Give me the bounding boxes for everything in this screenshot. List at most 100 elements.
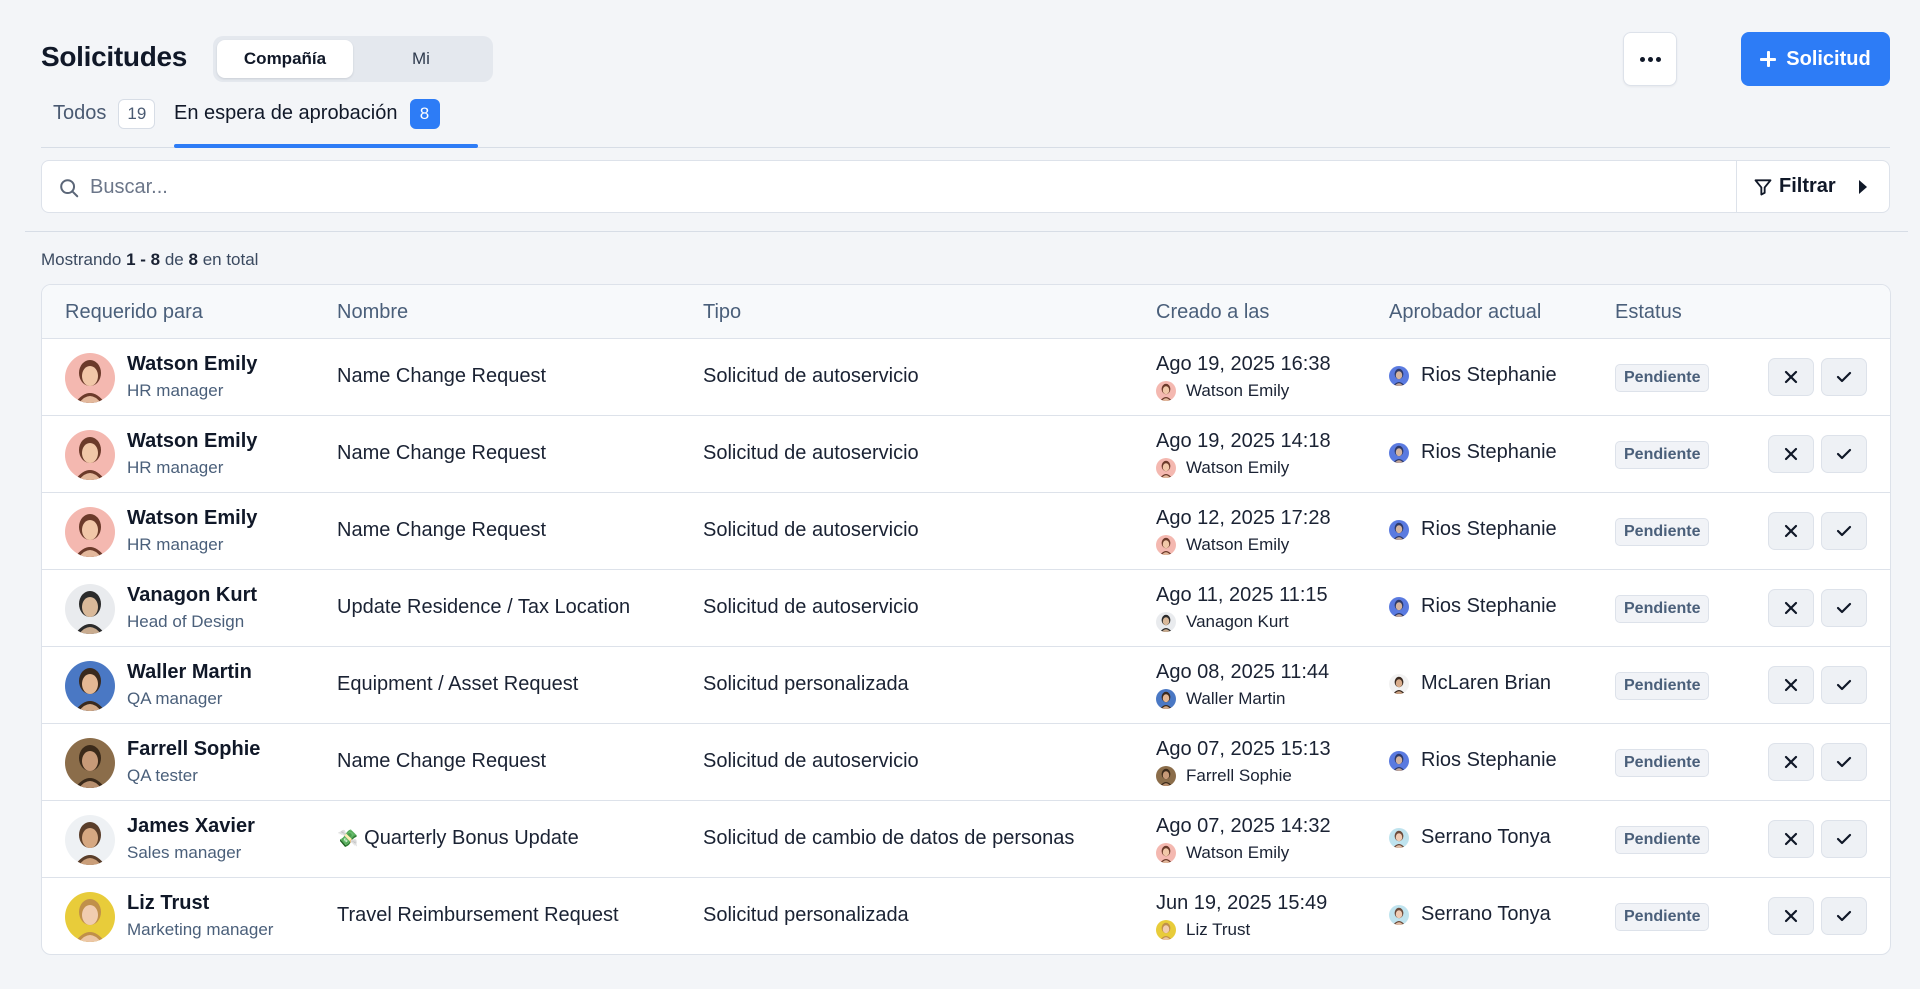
request-name[interactable]: Name Change Request: [337, 519, 546, 542]
created-date: Ago 07, 2025 15:13: [1156, 738, 1331, 760]
approve-button[interactable]: [1821, 820, 1867, 858]
requested-for-name[interactable]: Watson Emily: [127, 353, 257, 376]
table-row[interactable]: Vanagon Kurt Head of Design Update Residen…: [42, 570, 1890, 647]
reject-button[interactable]: [1768, 666, 1814, 704]
requested-for-name[interactable]: Liz Trust: [127, 892, 209, 915]
reject-button[interactable]: [1768, 897, 1814, 935]
tab-count-badge: 19: [118, 99, 156, 129]
more-dots-icon: [1639, 56, 1645, 62]
status-badge: Pendiente: [1615, 441, 1710, 469]
approve-button[interactable]: [1821, 358, 1867, 396]
column-type[interactable]: Tipo: [703, 301, 741, 324]
approve-button[interactable]: [1821, 666, 1867, 704]
request-type: Solicitud de cambio de datos de personas: [703, 827, 1075, 849]
avatar: [65, 738, 115, 788]
avatar: [1156, 381, 1176, 401]
requested-for-name[interactable]: Waller Martin: [127, 661, 252, 684]
table-row[interactable]: Watson Emily HR manager Name Change Reques…: [42, 493, 1890, 570]
avatar: [65, 353, 115, 403]
created-by-name: Vanagon Kurt: [1186, 612, 1289, 631]
requested-for-name[interactable]: Farrell Sophie: [127, 738, 260, 761]
table-row[interactable]: Watson Emily HR manager Name Change Reques…: [42, 416, 1890, 493]
reject-button[interactable]: [1768, 512, 1814, 550]
created-by: Waller Martin: [1156, 689, 1286, 709]
reject-button[interactable]: [1768, 435, 1814, 473]
avatar: [1389, 519, 1409, 540]
approve-button[interactable]: [1821, 589, 1867, 627]
column-name[interactable]: Nombre: [337, 301, 408, 324]
table-header: Requerido para Nombre Tipo Creado a las …: [42, 285, 1890, 339]
check-icon: [1836, 910, 1852, 922]
requested-for-name[interactable]: Watson Emily: [127, 430, 257, 453]
table-row[interactable]: Waller Martin QA manager Equipment / Asset…: [42, 647, 1890, 724]
avatar: [1389, 442, 1409, 463]
column-status[interactable]: Estatus: [1615, 301, 1682, 324]
current-approver: Serrano Tonya: [1389, 826, 1551, 849]
requested-for-name[interactable]: James Xavier: [127, 815, 255, 838]
column-requested-for[interactable]: Requerido para: [65, 301, 203, 324]
segment-mine[interactable]: Mi: [353, 40, 489, 78]
avatar: [65, 430, 115, 480]
request-type: Solicitud de autoservicio: [703, 596, 919, 618]
request-name[interactable]: Name Change Request: [337, 750, 546, 773]
filter-button[interactable]: Filtrar: [1736, 161, 1889, 212]
request-name[interactable]: Name Change Request: [337, 365, 546, 388]
approve-button[interactable]: [1821, 743, 1867, 781]
reject-button[interactable]: [1768, 589, 1814, 627]
avatar: [1389, 827, 1409, 848]
avatar: [65, 815, 115, 865]
created-date: Ago 19, 2025 16:38: [1156, 353, 1331, 375]
table-row[interactable]: James Xavier Sales manager 💸 Quarterly Bonu…: [42, 801, 1890, 878]
requested-for-role: Sales manager: [127, 843, 242, 862]
avatar: [65, 584, 115, 634]
approve-button[interactable]: [1821, 512, 1867, 550]
request-name[interactable]: Travel Reimbursement Request: [337, 904, 619, 927]
search-bar: Filtrar: [41, 160, 1890, 213]
new-request-button[interactable]: Solicitud: [1741, 32, 1890, 86]
table-row[interactable]: Farrell Sophie QA tester Name Change Reque…: [42, 724, 1890, 801]
requested-for-role: QA manager: [127, 689, 223, 708]
request-name[interactable]: Name Change Request: [337, 442, 546, 465]
request-type: Solicitud personalizada: [703, 673, 909, 695]
more-options-button[interactable]: [1623, 32, 1677, 86]
reject-button[interactable]: [1768, 820, 1814, 858]
approver-name: Rios Stephanie: [1421, 749, 1557, 771]
created-by: Watson Emily: [1156, 381, 1289, 401]
new-request-label: Solicitud: [1786, 47, 1871, 70]
summary-prefix: Mostrando: [41, 250, 122, 269]
tab-all[interactable]: Todos 19: [53, 99, 156, 148]
divider: [25, 231, 1908, 232]
close-icon: [1784, 755, 1798, 769]
segment-company[interactable]: Compañía: [217, 40, 353, 78]
tab-pending-approval[interactable]: En espera de aprobación 8: [174, 99, 440, 148]
tab-label: Todos: [53, 102, 107, 124]
close-icon: [1784, 447, 1798, 461]
table-row[interactable]: Liz Trust Marketing manager Travel Reimbur…: [42, 878, 1890, 954]
reject-button[interactable]: [1768, 358, 1814, 396]
filter-icon: [1754, 178, 1772, 195]
request-name[interactable]: Update Residence / Tax Location: [337, 596, 630, 619]
table-row[interactable]: Watson Emily HR manager Name Change Reques…: [42, 339, 1890, 416]
avatar: [1389, 365, 1409, 386]
requested-for-role: Head of Design: [127, 612, 245, 631]
requested-for-name[interactable]: Watson Emily: [127, 507, 257, 530]
request-name[interactable]: Equipment / Asset Request: [337, 673, 578, 696]
check-icon: [1836, 525, 1852, 537]
requested-for-name[interactable]: Vanagon Kurt: [127, 584, 257, 607]
approver-name: Rios Stephanie: [1421, 364, 1557, 386]
column-current-approver[interactable]: Aprobador actual: [1389, 301, 1541, 324]
column-created-at[interactable]: Creado a las: [1156, 301, 1269, 324]
requested-for-role: Marketing manager: [127, 920, 274, 939]
approve-button[interactable]: [1821, 897, 1867, 935]
search-input[interactable]: [90, 169, 1420, 205]
reject-button[interactable]: [1768, 743, 1814, 781]
request-name[interactable]: 💸 Quarterly Bonus Update: [337, 827, 579, 850]
request-type: Solicitud de autoservicio: [703, 750, 919, 772]
created-date: Ago 07, 2025 14:32: [1156, 815, 1331, 837]
created-date: Jun 19, 2025 15:49: [1156, 892, 1328, 914]
approve-button[interactable]: [1821, 435, 1867, 473]
approver-name: Rios Stephanie: [1421, 441, 1557, 463]
page-header: Solicitudes Compañía Mi Solicitud: [41, 32, 1890, 86]
current-approver: Rios Stephanie: [1389, 364, 1557, 387]
created-by-name: Watson Emily: [1186, 458, 1290, 477]
